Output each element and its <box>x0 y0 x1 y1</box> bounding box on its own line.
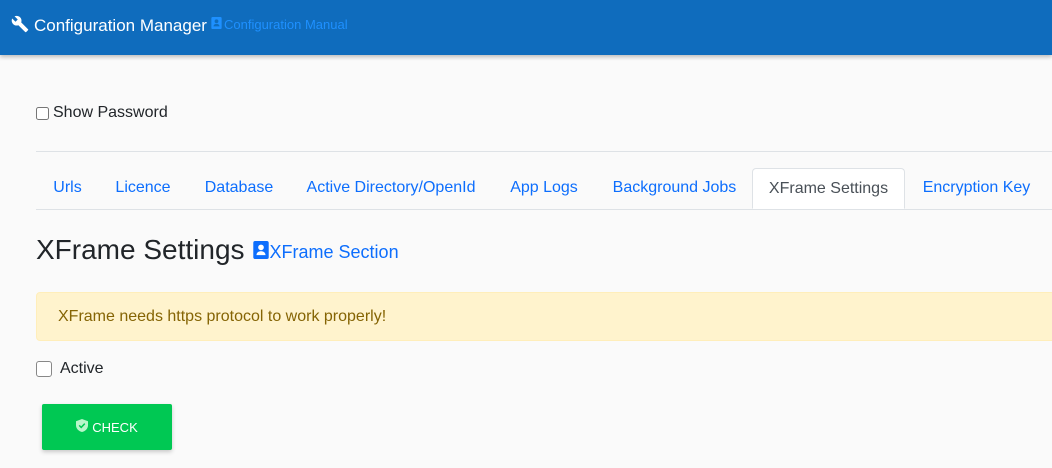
app-brand[interactable]: Configuration Manager <box>11 15 207 37</box>
tab-app-logs[interactable]: App Logs <box>491 168 597 208</box>
top-navbar: Configuration Manager Configuration Manu… <box>0 0 1052 55</box>
xframe-section-link[interactable]: XFrame Section <box>252 240 399 264</box>
show-password-checkbox[interactable] <box>36 106 49 120</box>
active-label: Active <box>60 360 104 377</box>
active-toggle[interactable]: Active <box>36 360 104 378</box>
warning-alert: XFrame needs https protocol to work prop… <box>36 292 1052 341</box>
tab-encryption-key[interactable]: Encryption Key <box>905 168 1048 208</box>
settings-tabs: Urls Licence Database Active Directory/O… <box>36 168 1052 210</box>
tab-urls[interactable]: Urls <box>36 168 99 208</box>
tab-database[interactable]: Database <box>187 168 291 208</box>
tab-xframe-settings[interactable]: XFrame Settings <box>752 168 905 209</box>
tab-background-jobs[interactable]: Background Jobs <box>597 168 752 208</box>
app-title: Configuration Manager <box>34 16 207 35</box>
contact-book-icon <box>211 17 222 32</box>
tab-active-directory[interactable]: Active Directory/OpenId <box>291 168 491 208</box>
show-password-label: Show Password <box>53 104 168 121</box>
configuration-manual-link[interactable]: Configuration Manual <box>211 17 348 32</box>
active-checkbox[interactable] <box>36 361 52 377</box>
divider <box>36 151 1052 152</box>
show-password-toggle[interactable]: Show Password <box>36 104 168 122</box>
contact-book-icon <box>252 240 269 264</box>
page-title: XFrame Settings <box>36 234 245 265</box>
xframe-section-label: XFrame Section <box>269 241 399 262</box>
shield-check-icon <box>76 419 89 435</box>
manual-link-label: Configuration Manual <box>224 17 348 32</box>
wrench-icon <box>11 15 29 38</box>
tab-licence[interactable]: Licence <box>99 168 187 208</box>
check-button-label: CHECK <box>92 419 138 435</box>
check-button[interactable]: CHECK <box>42 404 172 450</box>
section-header: XFrame Settings XFrame Section <box>36 234 399 266</box>
